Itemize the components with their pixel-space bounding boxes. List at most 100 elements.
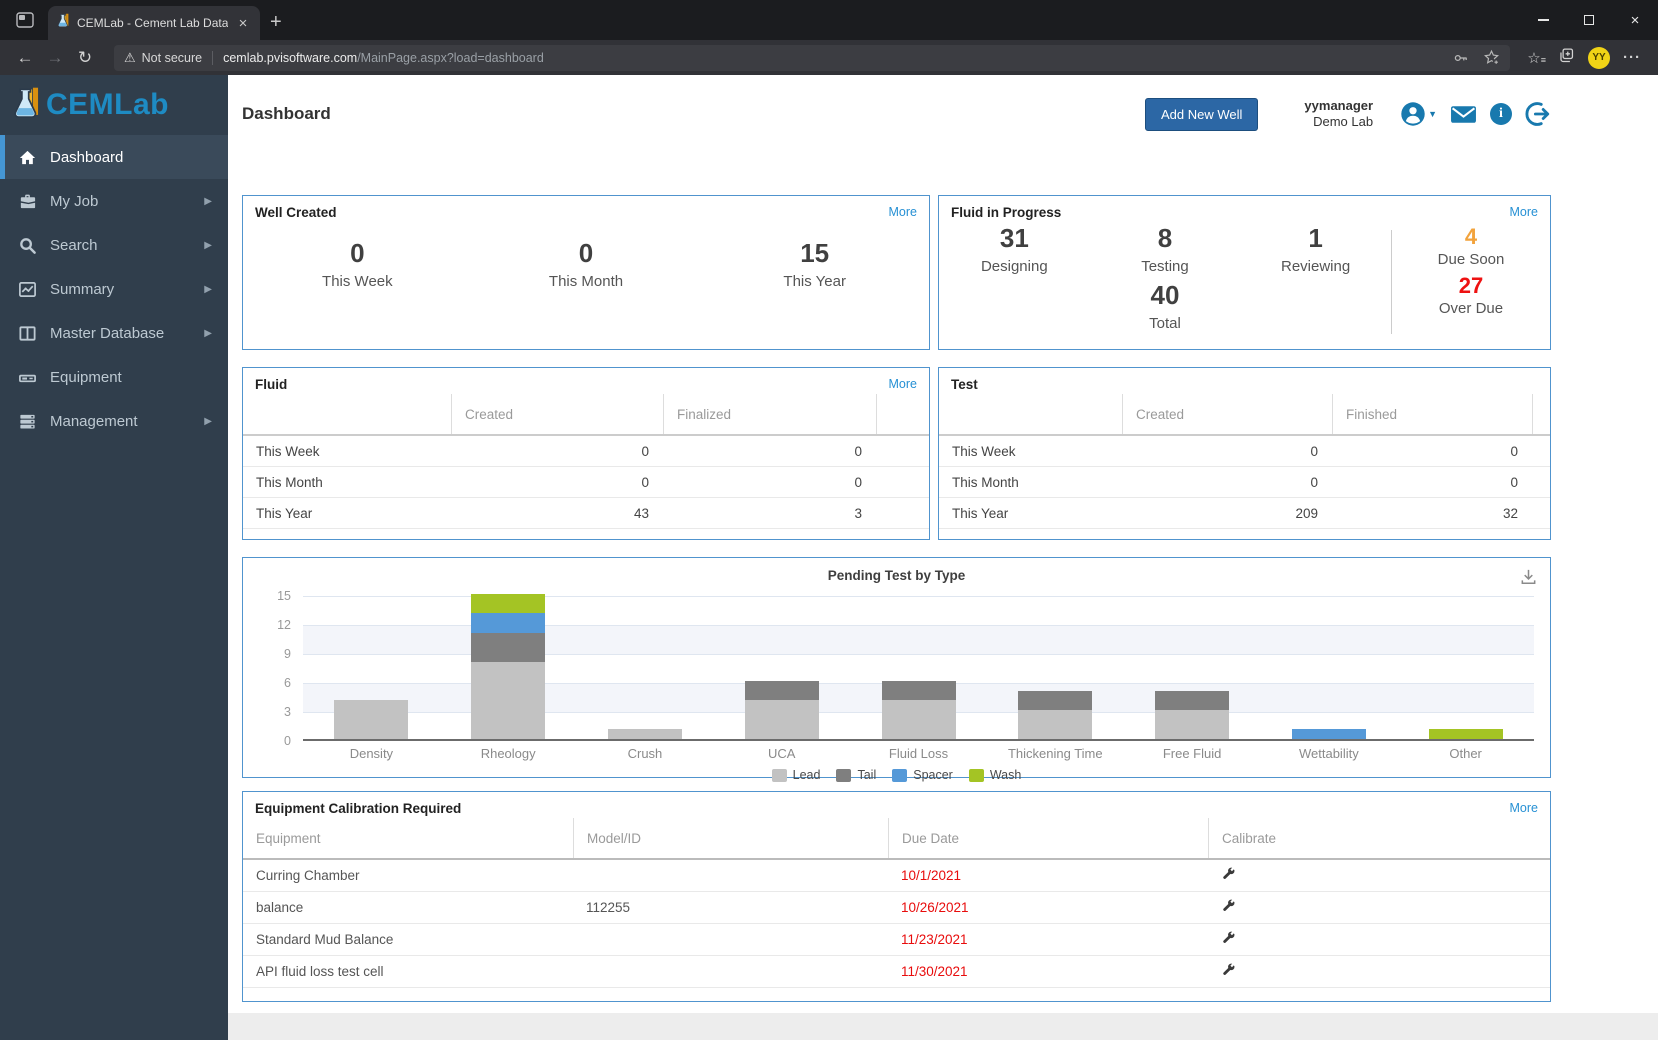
test-card: Test Created Finished This Week 0 0 This… (938, 367, 1551, 540)
x-axis-label: Wettability (1298, 746, 1359, 761)
page-bottom-strip (228, 1013, 1658, 1040)
sidebar-item-summary[interactable]: Summary ▶ (0, 267, 228, 311)
bar-segment-lead (334, 700, 409, 739)
stat-this-month: 0 This Month (548, 238, 624, 290)
password-key-icon[interactable] (1453, 50, 1469, 66)
table-row: balance 112255 10/26/2021 (243, 892, 1550, 924)
chart-bar-density (303, 700, 440, 739)
mail-icon[interactable] (1450, 104, 1477, 125)
fluid-more-link[interactable]: More (889, 377, 917, 391)
sidebar-item-dashboard[interactable]: Dashboard (0, 135, 228, 179)
bar-segment-lead (1018, 710, 1093, 739)
window-maximize-button[interactable] (1566, 0, 1612, 40)
table-row: This Week 0 0 (939, 436, 1550, 467)
legend-item-spacer[interactable]: Spacer (892, 768, 953, 782)
refresh-button[interactable]: ↻ (70, 48, 100, 68)
caret-down-icon: ▼ (1428, 109, 1437, 119)
collections-icon[interactable] (1550, 47, 1582, 68)
chart-download-icon[interactable] (1519, 568, 1538, 592)
favorites-bar-icon[interactable]: ☆ (1518, 49, 1550, 67)
x-axis-label: Fluid Loss (888, 746, 949, 761)
logo-text: CEMLab (46, 88, 169, 121)
chart-bar-wettability (1260, 729, 1397, 739)
not-secure-warning-icon: ⚠ (124, 49, 136, 65)
x-axis-label: Thickening Time (1007, 746, 1103, 761)
sidebar-item-equipment[interactable]: Equipment (0, 355, 228, 399)
window-minimize-button[interactable] (1520, 0, 1566, 40)
table-row: This Year 209 32 (939, 498, 1550, 529)
calibrate-wrench-icon[interactable] (1208, 931, 1550, 949)
calibrate-wrench-icon[interactable] (1208, 963, 1550, 981)
chart-y-axis: 0 3 6 9 12 15 (259, 589, 303, 748)
main-content: Dashboard Add New Well yymanager Demo La… (228, 75, 1658, 1040)
address-bar[interactable]: ⚠ Not secure cemlab.pvisoftware.com/Main… (114, 44, 1510, 71)
legend-swatch (771, 768, 787, 782)
browser-tab[interactable]: CEMLab - Cement Lab Data Man × (48, 6, 260, 40)
bar-segment-lead (607, 729, 682, 739)
equipment-more-link[interactable]: More (1510, 801, 1538, 815)
legend-label: Lead (792, 768, 821, 782)
browser-profile-avatar[interactable]: YY (1588, 46, 1610, 69)
submenu-arrow-icon: ▶ (204, 327, 212, 339)
bar-segment-tail (881, 681, 956, 701)
profile-dropdown-icon[interactable]: ▼ (1400, 101, 1437, 127)
info-icon[interactable]: i (1490, 103, 1512, 125)
chart-plot (303, 594, 1534, 741)
stat-over-due: 27 Over Due (1438, 273, 1504, 317)
not-secure-label: Not secure (141, 50, 203, 65)
bar-segment-spacer (471, 613, 546, 633)
well-created-more-link[interactable]: More (889, 205, 917, 219)
pending-test-chart-card: Pending Test by Type 0 3 6 9 12 15 Density Rhe… (242, 557, 1551, 782)
tab-title: CEMLab - Cement Lab Data Man (77, 16, 228, 30)
tab-close-icon[interactable]: × (234, 15, 252, 32)
stat-reviewing: 1 Reviewing (1281, 223, 1351, 275)
browser-titlebar: CEMLab - Cement Lab Data Man × + × (0, 0, 1658, 40)
chart-line-icon (17, 279, 37, 299)
x-axis-label: Density (349, 746, 394, 761)
chart-title: Pending Test by Type (827, 568, 966, 583)
window-close-button[interactable]: × (1612, 0, 1658, 40)
calibrate-wrench-icon[interactable] (1208, 899, 1550, 917)
chart-xlabels: Density Rheology Crush UCA Fluid Loss Thicken… (259, 746, 1534, 761)
add-new-well-button[interactable]: Add New Well (1145, 97, 1259, 131)
calibrate-wrench-icon[interactable] (1208, 867, 1550, 885)
sidebar-item-master-database[interactable]: Master Database ▶ (0, 311, 228, 355)
x-axis-label: Free Fluid (1162, 746, 1222, 761)
column-header: Finished (1332, 394, 1532, 434)
home-icon (17, 147, 37, 167)
legend-item-tail[interactable]: Tail (836, 768, 876, 782)
bar-segment-wash (1428, 729, 1503, 739)
chart-bar-crush (577, 729, 714, 739)
card-title: Test (951, 377, 978, 392)
add-favorite-star-icon[interactable] (1483, 49, 1500, 66)
new-tab-button[interactable]: + (270, 11, 282, 34)
bar-segment-tail (744, 681, 819, 701)
well-created-card: Well Created More 0 This Week 0 This Mon… (242, 195, 930, 350)
browser-menu-icon[interactable]: ··· (1616, 49, 1648, 66)
fluid-in-progress-more-link[interactable]: More (1510, 205, 1538, 219)
page-title: Dashboard (242, 104, 331, 123)
column-header: Finalized (663, 394, 876, 434)
x-axis-label: UCA (768, 746, 796, 761)
sidebar-item-my-job[interactable]: My Job ▶ (0, 179, 228, 223)
legend-label: Tail (857, 768, 877, 782)
card-title: Fluid in Progress (951, 205, 1062, 220)
lab-name: Demo Lab (1313, 114, 1374, 129)
column-header: Created (451, 394, 663, 434)
forward-button[interactable]: → (40, 48, 70, 68)
legend-item-lead[interactable]: Lead (771, 768, 821, 782)
x-axis-label: Other (1449, 746, 1482, 761)
logout-icon[interactable] (1525, 101, 1551, 127)
tab-actions-icon[interactable] (8, 4, 42, 36)
stat-due-soon: 4 Due Soon (1437, 224, 1505, 268)
legend-swatch (836, 768, 852, 782)
y-tick-label: 3 (284, 705, 291, 719)
column-header: Equipment (256, 830, 321, 846)
legend-label: Wash (989, 768, 1022, 782)
sidebar-item-search[interactable]: Search ▶ (0, 223, 228, 267)
legend-item-wash[interactable]: Wash (968, 768, 1022, 782)
bar-segment-lead (744, 700, 819, 739)
submenu-arrow-icon: ▶ (204, 415, 212, 427)
sidebar-item-management[interactable]: Management ▶ (0, 399, 228, 443)
back-button[interactable]: ← (10, 48, 40, 68)
